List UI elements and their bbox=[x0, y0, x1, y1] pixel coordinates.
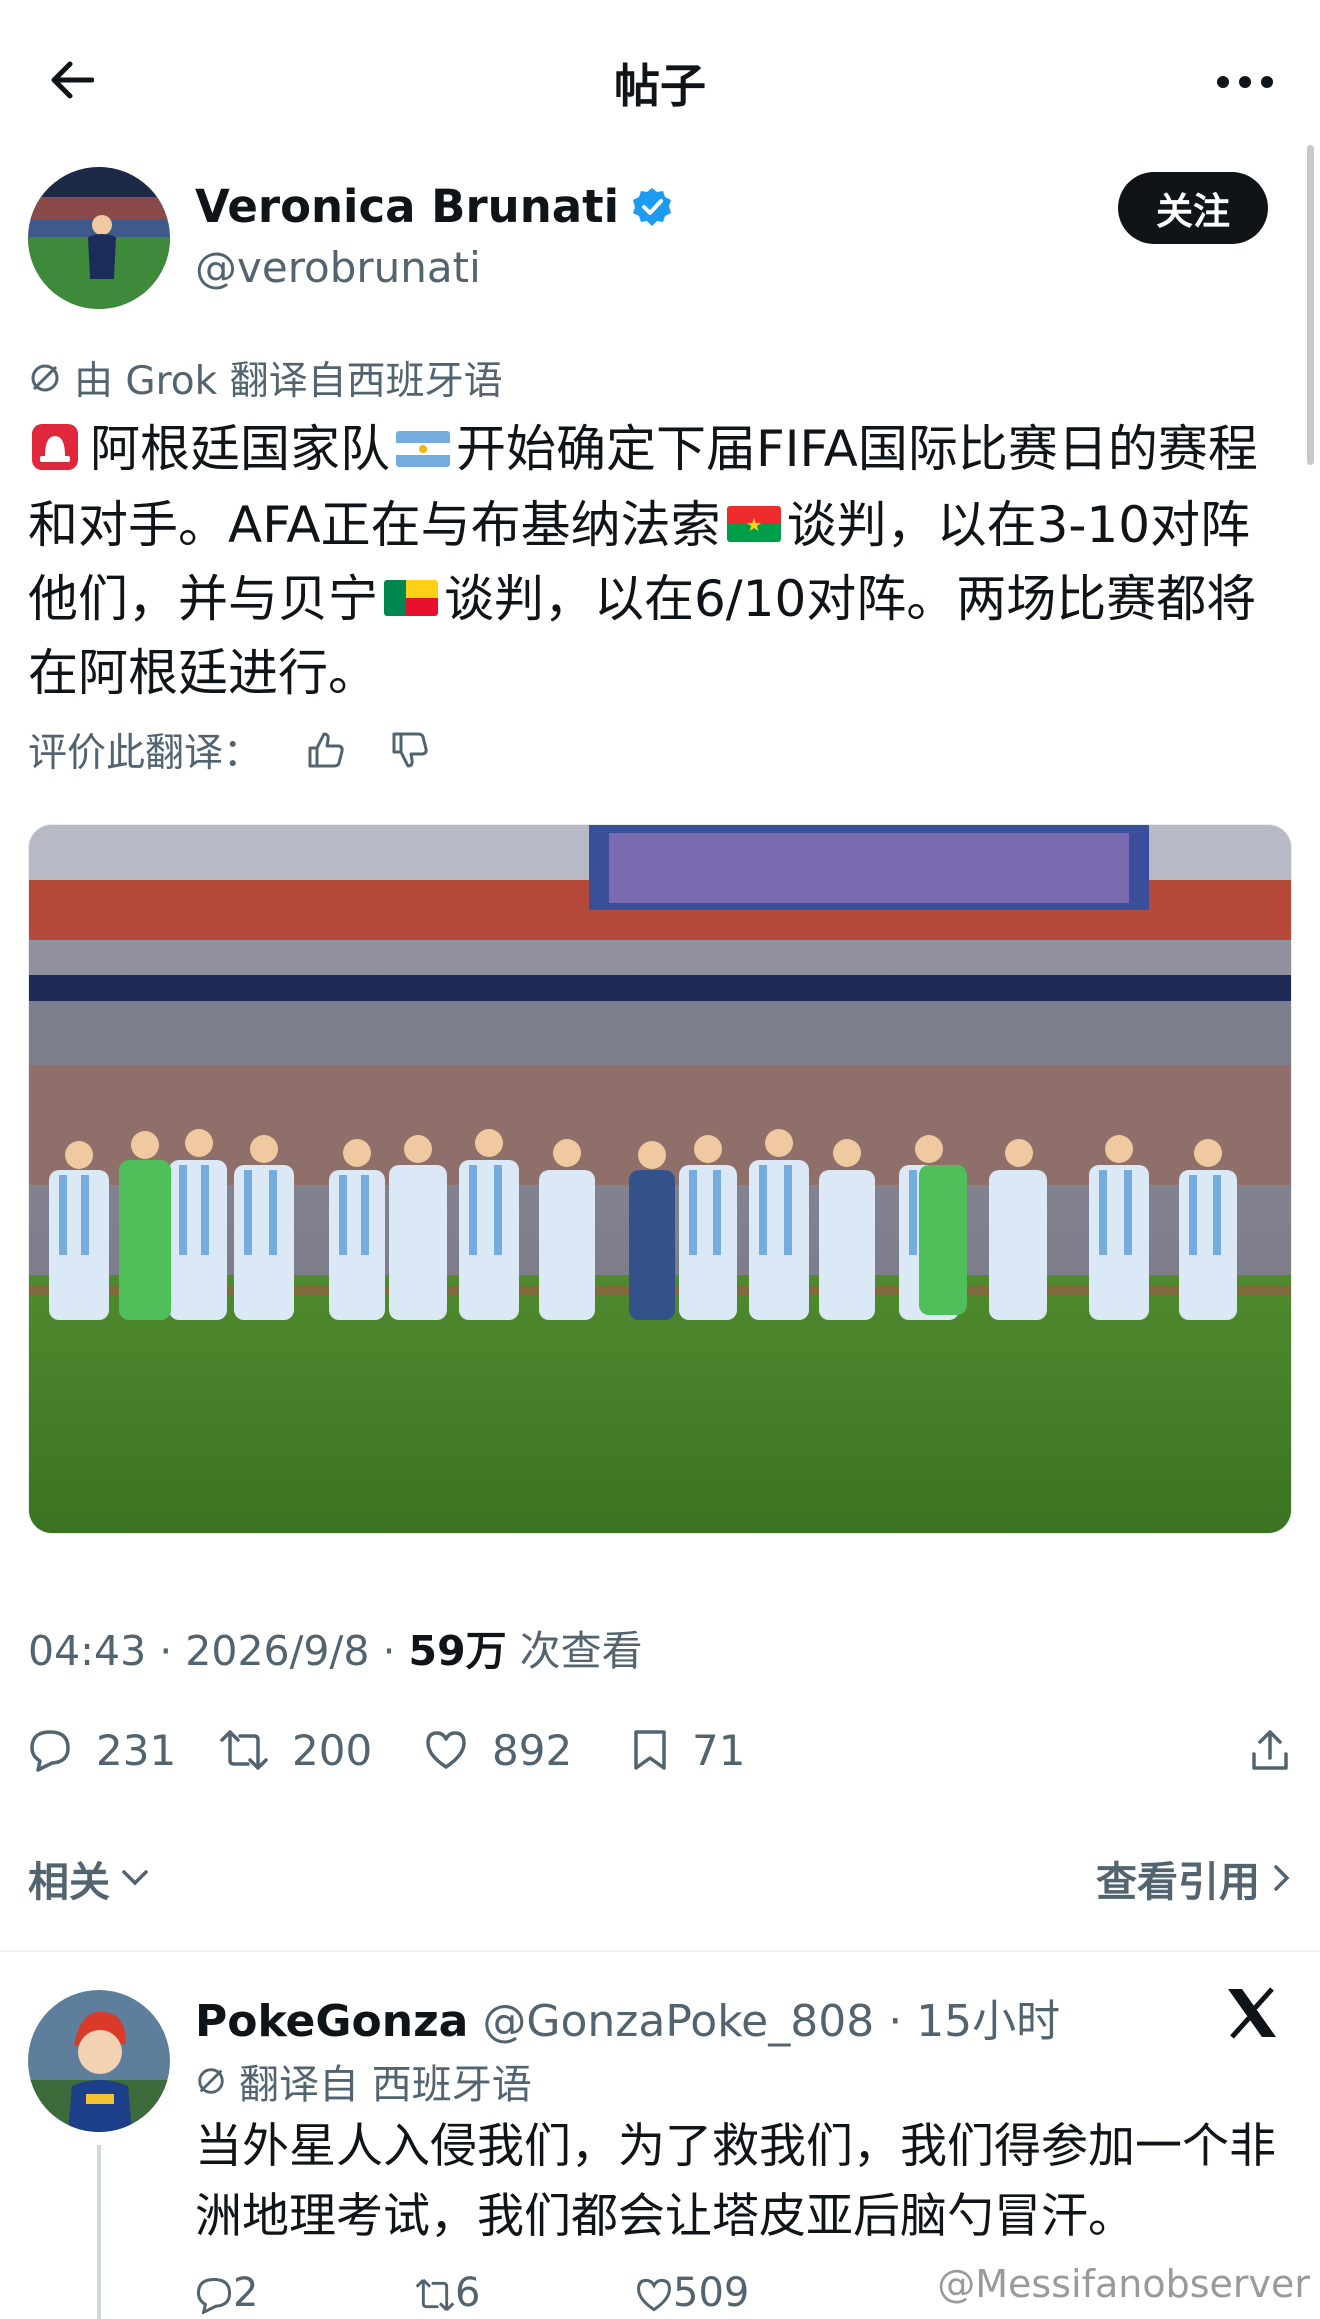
reply-separator: · bbox=[888, 1996, 903, 2047]
meta-separator: · bbox=[159, 1627, 186, 1675]
translation-note[interactable]: 由 Grok 翻译自西班牙语 bbox=[28, 350, 503, 406]
reply-repost-button[interactable]: 6 bbox=[415, 2270, 480, 2316]
argentina-flag-icon bbox=[396, 430, 450, 467]
post-text: 阿根廷国家队 开始确定下届FIFA国际比赛日的赛程和对手。AFA正在与布基纳法索… bbox=[28, 412, 1298, 710]
reply-like-button[interactable]: 509 bbox=[635, 2270, 749, 2316]
repost-icon bbox=[415, 2278, 455, 2312]
translation-note-text: 由 Grok 翻译自西班牙语 bbox=[74, 359, 503, 404]
view-quotes-label: 查看引用 bbox=[1096, 1858, 1260, 1906]
thread-line bbox=[97, 2145, 101, 2319]
repost-button[interactable]: 200 bbox=[220, 1710, 372, 1790]
bookmark-button[interactable]: 71 bbox=[632, 1710, 745, 1790]
bookmark-count: 71 bbox=[692, 1725, 746, 1775]
section-divider bbox=[0, 1950, 1320, 1952]
siren-emoji-icon bbox=[32, 423, 78, 470]
reply-text: 当外星人入侵我们，为了救我们，我们得参加一个非洲地理考试，我们都会让塔皮亚后脑勺… bbox=[195, 2119, 1276, 2244]
scrollbar[interactable] bbox=[1307, 145, 1314, 465]
views-count: 59万 bbox=[408, 1627, 507, 1675]
reply-count: 231 bbox=[96, 1725, 177, 1775]
share-button[interactable] bbox=[1248, 1710, 1292, 1790]
reply-translation-note[interactable]: 翻译自 西班牙语 bbox=[195, 2052, 532, 2110]
reply-reply-button[interactable]: 2 bbox=[195, 2270, 258, 2316]
reply-author-handle[interactable]: @GonzaPoke_808 bbox=[482, 1996, 874, 2047]
more-options-button[interactable] bbox=[1210, 52, 1280, 112]
more-horizontal-icon bbox=[1217, 76, 1273, 88]
post-date[interactable]: 2026/9/8 bbox=[185, 1627, 369, 1675]
share-icon bbox=[1252, 1730, 1288, 1770]
author-display-name[interactable]: Veronica Brunati bbox=[195, 180, 619, 233]
reply-author-name[interactable]: PokeGonza bbox=[195, 1996, 468, 2047]
author-name-row: Veronica Brunati bbox=[195, 180, 673, 233]
heart-icon bbox=[426, 1731, 466, 1769]
chevron-right-icon bbox=[1274, 1865, 1290, 1891]
post-time[interactable]: 04:43 bbox=[28, 1627, 146, 1675]
post-image[interactable] bbox=[28, 824, 1292, 1534]
reply-bubble-icon bbox=[196, 2277, 232, 2316]
follow-button[interactable]: 关注 bbox=[1118, 172, 1268, 244]
rate-translation-label: 评价此翻译： bbox=[28, 731, 263, 776]
watermark: @Messifanobserver bbox=[937, 2262, 1310, 2306]
translate-icon bbox=[198, 2068, 224, 2094]
repost-icon bbox=[220, 1730, 268, 1770]
author-handle[interactable]: @verobrunati bbox=[195, 243, 481, 292]
reply-repost-count: 6 bbox=[455, 2270, 481, 2316]
post-meta: 04:43 · 2026/9/8 · 59万 次查看 bbox=[28, 1617, 643, 1677]
related-row: 相关 查看引用 bbox=[28, 1848, 1292, 1908]
burkina-faso-flag-icon bbox=[726, 506, 781, 542]
related-label: 相关 bbox=[28, 1858, 110, 1906]
post-text-part-1: 阿根廷国家队 bbox=[90, 420, 390, 478]
bookmark-icon bbox=[634, 1730, 666, 1770]
reply-button[interactable]: 231 bbox=[28, 1710, 176, 1790]
reply-translation-text: 翻译自 西班牙语 bbox=[239, 2062, 532, 2108]
meta-separator: · bbox=[382, 1627, 409, 1675]
related-dropdown[interactable]: 相关 bbox=[28, 1848, 150, 1908]
like-button[interactable]: 892 bbox=[424, 1710, 572, 1790]
reply-author-avatar[interactable] bbox=[28, 1990, 170, 2132]
rate-translation-row: 评价此翻译： bbox=[28, 722, 430, 778]
thumbs-up-icon[interactable] bbox=[306, 730, 346, 770]
top-bar: 帖子 bbox=[0, 0, 1320, 160]
repost-count: 200 bbox=[292, 1725, 373, 1775]
verified-badge-icon bbox=[633, 187, 672, 226]
reply-time[interactable]: 15小时 bbox=[916, 1985, 1060, 2049]
x-logo-icon bbox=[1228, 1987, 1276, 2039]
reply-reply-count: 2 bbox=[233, 2270, 259, 2316]
view-quotes-link[interactable]: 查看引用 bbox=[1096, 1848, 1292, 1908]
page-title: 帖子 bbox=[614, 59, 706, 113]
author-avatar[interactable] bbox=[28, 167, 170, 309]
translate-icon bbox=[31, 364, 59, 392]
heart-icon bbox=[637, 2278, 671, 2312]
like-count: 892 bbox=[492, 1725, 573, 1775]
reply-bubble-icon bbox=[30, 1730, 70, 1772]
post-action-bar: 231 200 892 71 bbox=[28, 1710, 1292, 1790]
reply-like-count: 509 bbox=[673, 2270, 750, 2316]
chevron-down-icon bbox=[122, 1870, 148, 1886]
views-label: 次查看 bbox=[519, 1627, 643, 1675]
thumbs-down-icon[interactable] bbox=[390, 730, 430, 770]
reply-header: PokeGonza @GonzaPoke_808 · 15小时 bbox=[195, 1985, 1060, 2049]
benin-flag-icon bbox=[384, 580, 438, 616]
